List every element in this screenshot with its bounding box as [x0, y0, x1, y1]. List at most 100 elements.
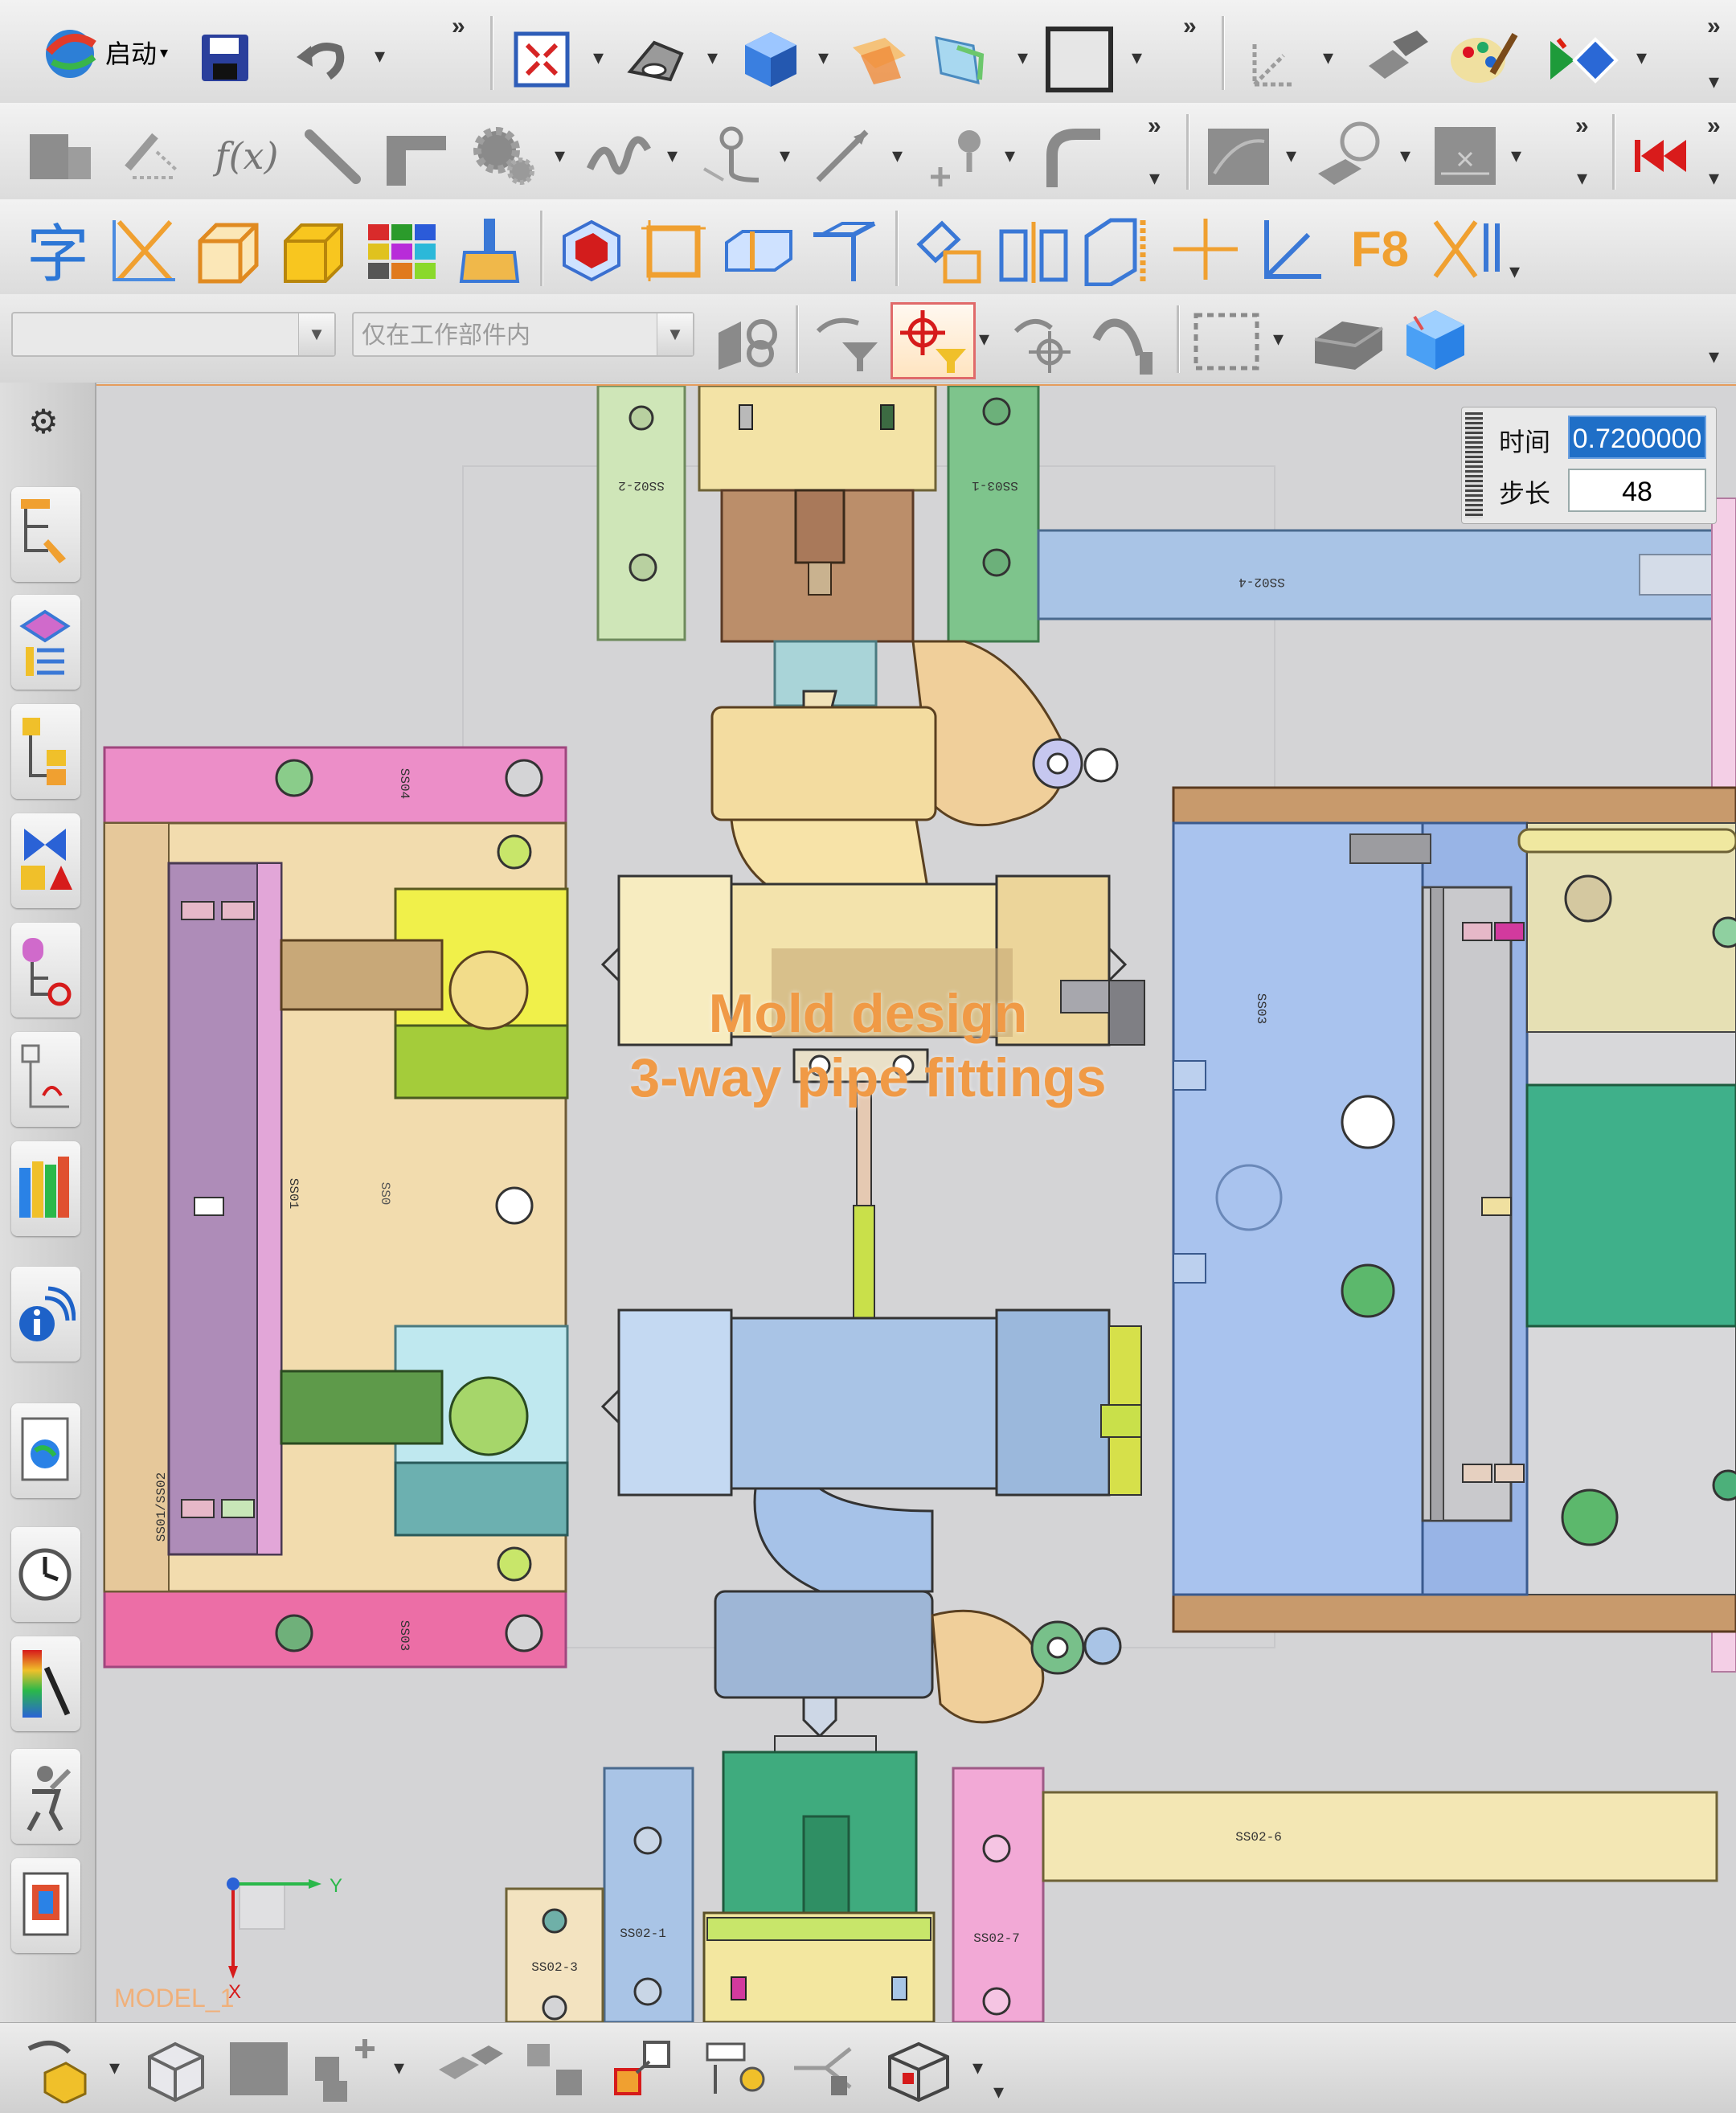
view-orient-button[interactable] — [731, 24, 809, 93]
constraint-navigator-tab[interactable] — [11, 595, 80, 690]
sweep-button[interactable] — [1035, 122, 1111, 191]
analysis-dropdown[interactable]: ▾ — [1400, 143, 1410, 168]
step-input[interactable]: 48 — [1568, 469, 1706, 512]
snap-point-dropdown[interactable]: ▾ — [979, 326, 989, 351]
section-view-button[interactable] — [844, 29, 913, 90]
block-button[interactable] — [23, 122, 96, 186]
thicken-button[interactable] — [1077, 211, 1157, 288]
assembly-toolbar-options[interactable]: ▾ — [993, 2079, 1004, 2104]
explode-view-button[interactable] — [698, 2031, 778, 2105]
type-filter-select[interactable]: ▼ — [11, 312, 336, 357]
sequence-button[interactable] — [784, 2031, 865, 2105]
upgrade-select-button[interactable] — [1085, 305, 1165, 378]
offset-face-button[interactable] — [804, 214, 884, 288]
new-parent-dropdown[interactable]: ▾ — [394, 2055, 404, 2080]
bounding-box-button[interactable] — [635, 214, 712, 288]
bottom-tee-fitting[interactable] — [600, 1308, 1142, 1497]
wave-link-dropdown[interactable]: ▾ — [972, 2055, 983, 2080]
snap-point-filter-button[interactable] — [891, 302, 976, 379]
manufacturing-wizard-tab[interactable] — [11, 1858, 80, 1953]
trim-sheet-button[interactable] — [104, 211, 185, 288]
spring-dropdown[interactable]: ▾ — [667, 143, 678, 168]
reuse-library-tab[interactable] — [11, 813, 80, 908]
curve-button[interactable] — [693, 119, 773, 191]
highlight-body-button[interactable] — [553, 211, 630, 288]
add-component-button[interactable] — [137, 2031, 217, 2105]
extrude-button[interactable] — [378, 122, 453, 190]
dimension-dropdown[interactable]: ▾ — [892, 143, 903, 168]
toolbar-overflow-chevron-3[interactable]: » — [1707, 13, 1721, 40]
toolbar-overflow-chevron[interactable]: » — [452, 13, 465, 40]
spring-button[interactable] — [579, 119, 659, 191]
color-grid-button[interactable] — [363, 217, 440, 286]
measure-distance-button[interactable] — [1165, 211, 1246, 288]
wcs-dropdown[interactable]: ▾ — [1323, 45, 1333, 70]
gear-feature-button[interactable] — [463, 117, 543, 191]
gear-dropdown[interactable]: ▾ — [555, 143, 565, 168]
assembly-navigator-dropdown[interactable]: ▾ — [109, 2055, 120, 2080]
animation-dropdown[interactable]: ▾ — [1636, 45, 1647, 70]
drafting-dropdown[interactable]: ▾ — [1511, 143, 1521, 168]
split-body-button[interactable] — [719, 214, 799, 288]
undo-dropdown-arrow[interactable]: ▾ — [375, 43, 385, 68]
undo-button[interactable] — [289, 29, 354, 85]
text-button[interactable]: 字 — [19, 211, 96, 289]
mold-assembly-model[interactable]: SS02-2 SS03-1 SS02-4 SS02-1 SS02-7 SS02-… — [96, 386, 1736, 2022]
line-button[interactable] — [297, 122, 370, 190]
scope-filter-select[interactable]: 仅在工作部件内 ▼ — [352, 312, 694, 357]
f8-snap-button[interactable]: F8 — [1336, 211, 1424, 288]
box-solid-button[interactable] — [276, 215, 350, 289]
left-slider-assembly[interactable]: SS04 SS03 SS01 SS0 SS01/SS02 — [103, 746, 569, 1669]
clip-view-dropdown[interactable]: ▾ — [1017, 45, 1028, 70]
background-button[interactable] — [1042, 23, 1117, 96]
assembly-navigator-tab[interactable] — [11, 487, 80, 582]
datum-button[interactable] — [108, 119, 183, 191]
show-hide-button[interactable] — [1308, 305, 1389, 378]
palette-library-tab[interactable] — [11, 1141, 80, 1236]
point-dropdown[interactable]: ▾ — [1005, 143, 1015, 168]
rectangle-select-dropdown[interactable]: ▾ — [1273, 326, 1284, 351]
delete-expression-button[interactable] — [1426, 211, 1514, 288]
rectangle-select-button[interactable] — [1188, 305, 1265, 378]
visualization-tab[interactable] — [11, 1636, 80, 1731]
selection-bar-options[interactable]: ▾ — [1709, 344, 1719, 369]
create-new-parent-button[interactable] — [305, 2031, 386, 2105]
history-tab[interactable] — [11, 1527, 80, 1622]
color-palette-button[interactable] — [1443, 24, 1521, 96]
move-component-button[interactable] — [514, 2031, 595, 2105]
assembly-button[interactable] — [1358, 24, 1435, 93]
time-input[interactable]: 0.7200000 — [1568, 416, 1706, 459]
assembly-navigator-button[interactable] — [19, 2031, 100, 2105]
fit-view-button[interactable] — [511, 29, 572, 90]
bottom-slider-assembly[interactable]: SS02-1 SS02-7 SS02-3 SS02-6 — [505, 1751, 1718, 2022]
dimension-button[interactable] — [804, 119, 884, 191]
right-mold-block[interactable]: SS03 — [1172, 786, 1736, 1633]
start-button[interactable]: 启动 ▾ — [23, 24, 183, 80]
filter-component-button[interactable] — [707, 304, 788, 376]
save-button[interactable] — [196, 29, 254, 87]
point-button[interactable] — [916, 119, 997, 196]
render-style-dropdown[interactable]: ▾ — [707, 45, 718, 70]
clip-view-button[interactable] — [924, 29, 993, 90]
rewind-button[interactable] — [1630, 125, 1691, 186]
background-dropdown[interactable]: ▾ — [1132, 45, 1142, 70]
panel-drag-handle[interactable] — [1465, 412, 1483, 518]
part-navigator-tab[interactable] — [11, 704, 80, 799]
edit-toolbar-options[interactable]: ▾ — [1509, 259, 1520, 284]
animation-button[interactable] — [1542, 24, 1630, 93]
feature-toolbar-options[interactable]: ▾ — [1149, 166, 1160, 190]
toolbar-options-arrow[interactable]: ▾ — [1709, 69, 1719, 94]
hd3d-tools-tab[interactable] — [11, 923, 80, 1018]
toolbar-overflow-chevron-5[interactable]: » — [1575, 113, 1589, 140]
box-wire-button[interactable] — [191, 215, 265, 289]
wcs-button[interactable] — [1238, 27, 1307, 93]
wcs-cube-button[interactable] — [1397, 301, 1474, 378]
new-component-button[interactable] — [219, 2031, 299, 2105]
drafting-button[interactable] — [1427, 119, 1503, 191]
resource-bar-settings[interactable]: ⚙ — [21, 399, 66, 444]
rotate-point-button[interactable] — [1003, 305, 1080, 378]
toolbar-overflow-chevron-4[interactable]: » — [1148, 113, 1161, 140]
surface-dropdown[interactable]: ▾ — [1286, 143, 1296, 168]
mate-component-button[interactable] — [429, 2031, 510, 2105]
rewind-toolbar-options[interactable]: ▾ — [1709, 166, 1719, 190]
